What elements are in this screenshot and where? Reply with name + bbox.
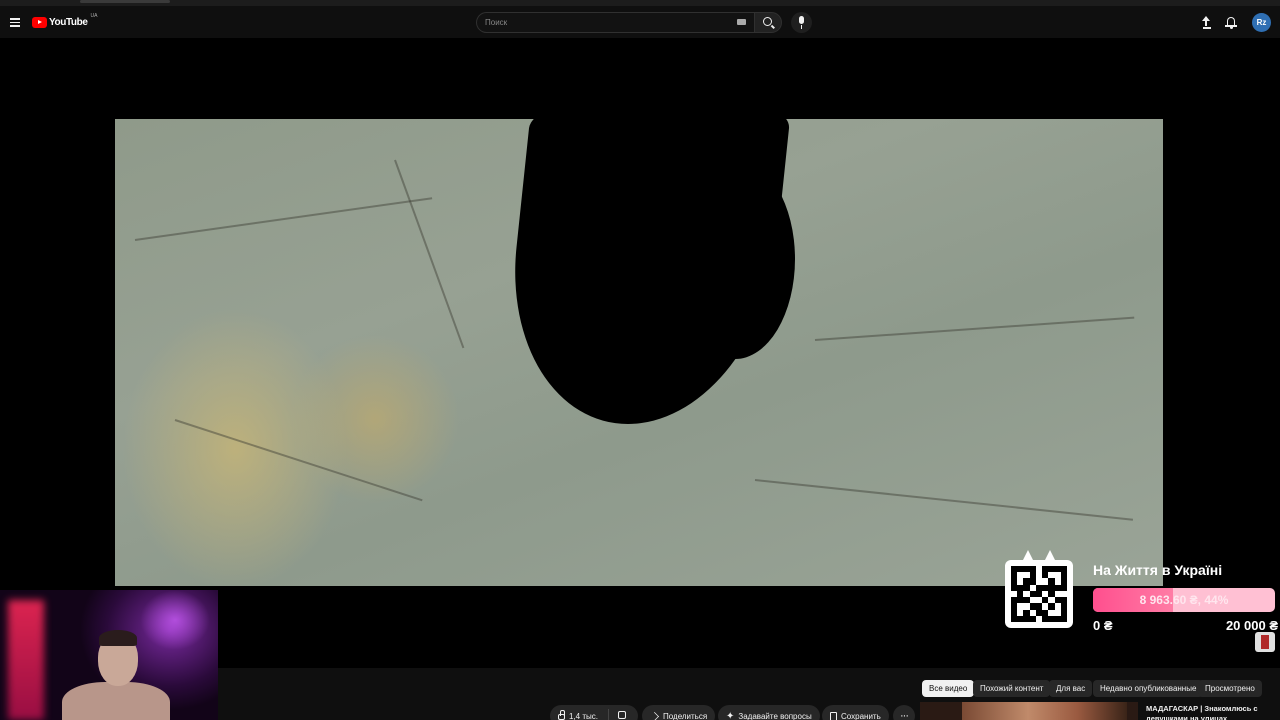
recommendation-title[interactable]: МАДАГАСКАР | Знакомлюсь с девушками на у… — [1146, 704, 1276, 720]
donation-goal-label: 20 000 ₴ — [1225, 618, 1278, 633]
bookmark-icon — [830, 711, 837, 720]
upload-icon[interactable] — [1200, 16, 1212, 29]
recommendation-thumbnail[interactable] — [920, 702, 1138, 720]
donation-title: На Життя в Україні — [1093, 562, 1223, 578]
like-button[interactable]: 1,4 тыс. — [550, 705, 638, 720]
donation-progress-bar: 8 963.60 ₴, 44% — [1093, 588, 1275, 612]
share-button[interactable]: Поделиться — [642, 705, 716, 720]
search-button[interactable] — [754, 12, 782, 33]
donation-widget: На Життя в Україні 8 963.60 ₴, 44% 0 ₴ 2… — [1000, 548, 1280, 658]
overlay-badge-icon — [1255, 632, 1275, 652]
save-label: Сохранить — [841, 711, 881, 720]
chip-related[interactable]: Похожий контент — [973, 680, 1051, 697]
thumbs-up-icon — [558, 710, 565, 720]
youtube-logo[interactable]: YouTube UA — [32, 13, 98, 30]
chip-for-you[interactable]: Для вас — [1049, 680, 1093, 697]
ask-button[interactable]: ✦ Задавайте вопросы — [718, 705, 820, 720]
thumbs-down-icon[interactable] — [618, 711, 626, 719]
share-label: Поделиться — [663, 711, 708, 720]
sparkle-icon: ✦ — [726, 710, 735, 720]
bell-icon[interactable] — [1225, 16, 1237, 29]
webcam-overlay — [0, 590, 218, 720]
menu-icon[interactable] — [7, 14, 23, 30]
voice-search-button[interactable] — [791, 12, 812, 33]
chip-all-videos[interactable]: Все видео — [922, 680, 975, 697]
donation-min-label: 0 ₴ — [1093, 618, 1113, 633]
mic-icon — [799, 16, 804, 24]
chip-watched[interactable]: Просмотрено — [1198, 680, 1262, 697]
donation-progress-label: 8 963.60 ₴, 44% — [1139, 593, 1229, 607]
keyboard-icon[interactable] — [737, 19, 746, 25]
qr-code — [1005, 560, 1073, 628]
search-icon — [763, 17, 772, 26]
chip-recently-uploaded[interactable]: Недавно опубликованные — [1093, 680, 1204, 697]
like-count: 1,4 тыс. — [569, 711, 598, 720]
browser-url-bar[interactable] — [80, 0, 170, 3]
youtube-play-icon — [32, 16, 47, 28]
logo-text: YouTube — [49, 16, 88, 28]
more-actions-button[interactable]: ··· — [893, 705, 915, 720]
video-frame[interactable] — [115, 119, 1163, 586]
masthead: YouTube UA Rz — [0, 6, 1280, 38]
search-box — [476, 12, 754, 33]
country-code: UA — [90, 13, 98, 19]
save-button[interactable]: Сохранить — [822, 705, 889, 720]
avatar[interactable]: Rz — [1252, 13, 1271, 32]
share-icon — [650, 711, 659, 720]
search-input[interactable] — [485, 15, 725, 30]
ask-label: Задавайте вопросы — [738, 711, 812, 720]
